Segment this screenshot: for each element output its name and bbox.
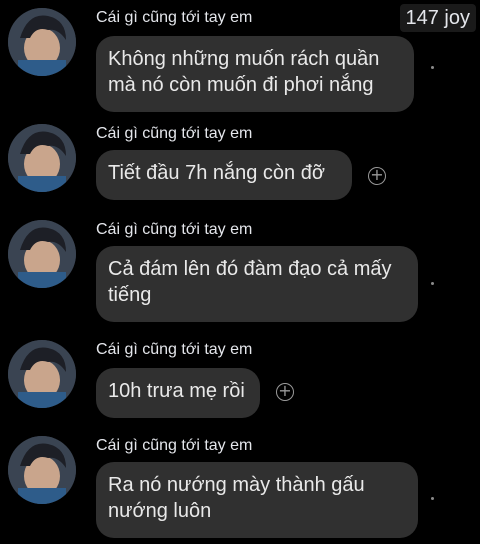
seen-dot-icon [431, 282, 434, 285]
sender-name: Cái gì cũng tới tay em [96, 221, 253, 238]
sender-name: Cái gì cũng tới tay em [96, 125, 253, 142]
message-text-line: 10h trưa mẹ rồi [108, 380, 245, 402]
message-text-line: tiếng [108, 284, 152, 306]
avatar[interactable] [8, 124, 76, 192]
message-text-line: Không những muốn rách quần [108, 48, 380, 70]
message-bubble[interactable]: 10h trưa mẹ rồi [96, 368, 260, 418]
message-item: Cái gì cũng tới tay em Ra nó nướng mày t… [0, 436, 480, 540]
message-item: Cái gì cũng tới tay em 10h trưa mẹ rồi + [0, 340, 480, 420]
message-bubble[interactable]: Tiết đầu 7h nắng còn đỡ [96, 150, 352, 200]
message-text-line: Tiết đầu 7h nắng còn đỡ [108, 162, 325, 184]
message-text-line: Cả đám lên đó đàm đạo cả mấy [108, 258, 392, 280]
message-text-line: mà nó còn muốn đi phơi nắng [108, 74, 374, 96]
message-item: Cái gì cũng tới tay em Cả đám lên đó đàm… [0, 220, 480, 324]
avatar[interactable] [8, 8, 76, 76]
message-text-line: nướng luôn [108, 500, 212, 522]
plus-circle-icon: + [278, 381, 292, 400]
seen-dot-icon [431, 497, 434, 500]
sender-name: Cái gì cũng tới tay em [96, 9, 253, 26]
add-reaction-button[interactable]: + [276, 383, 294, 401]
avatar[interactable] [8, 436, 76, 504]
add-reaction-button[interactable]: + [368, 167, 386, 185]
message-text-line: Ra nó nướng mày thành gấu [108, 474, 365, 496]
seen-dot-icon [431, 66, 434, 69]
avatar[interactable] [8, 220, 76, 288]
message-bubble[interactable]: Không những muốn rách quần mà nó còn muố… [96, 36, 414, 112]
sender-name: Cái gì cũng tới tay em [96, 437, 253, 454]
sender-name: Cái gì cũng tới tay em [96, 341, 253, 358]
message-item: Cái gì cũng tới tay em Tiết đầu 7h nắng … [0, 124, 480, 204]
message-bubble[interactable]: Cả đám lên đó đàm đạo cả mấy tiếng [96, 246, 418, 322]
message-item: Cái gì cũng tới tay em Không những muốn … [0, 8, 480, 112]
message-bubble[interactable]: Ra nó nướng mày thành gấu nướng luôn [96, 462, 418, 538]
avatar[interactable] [8, 340, 76, 408]
plus-circle-icon: + [370, 165, 384, 184]
